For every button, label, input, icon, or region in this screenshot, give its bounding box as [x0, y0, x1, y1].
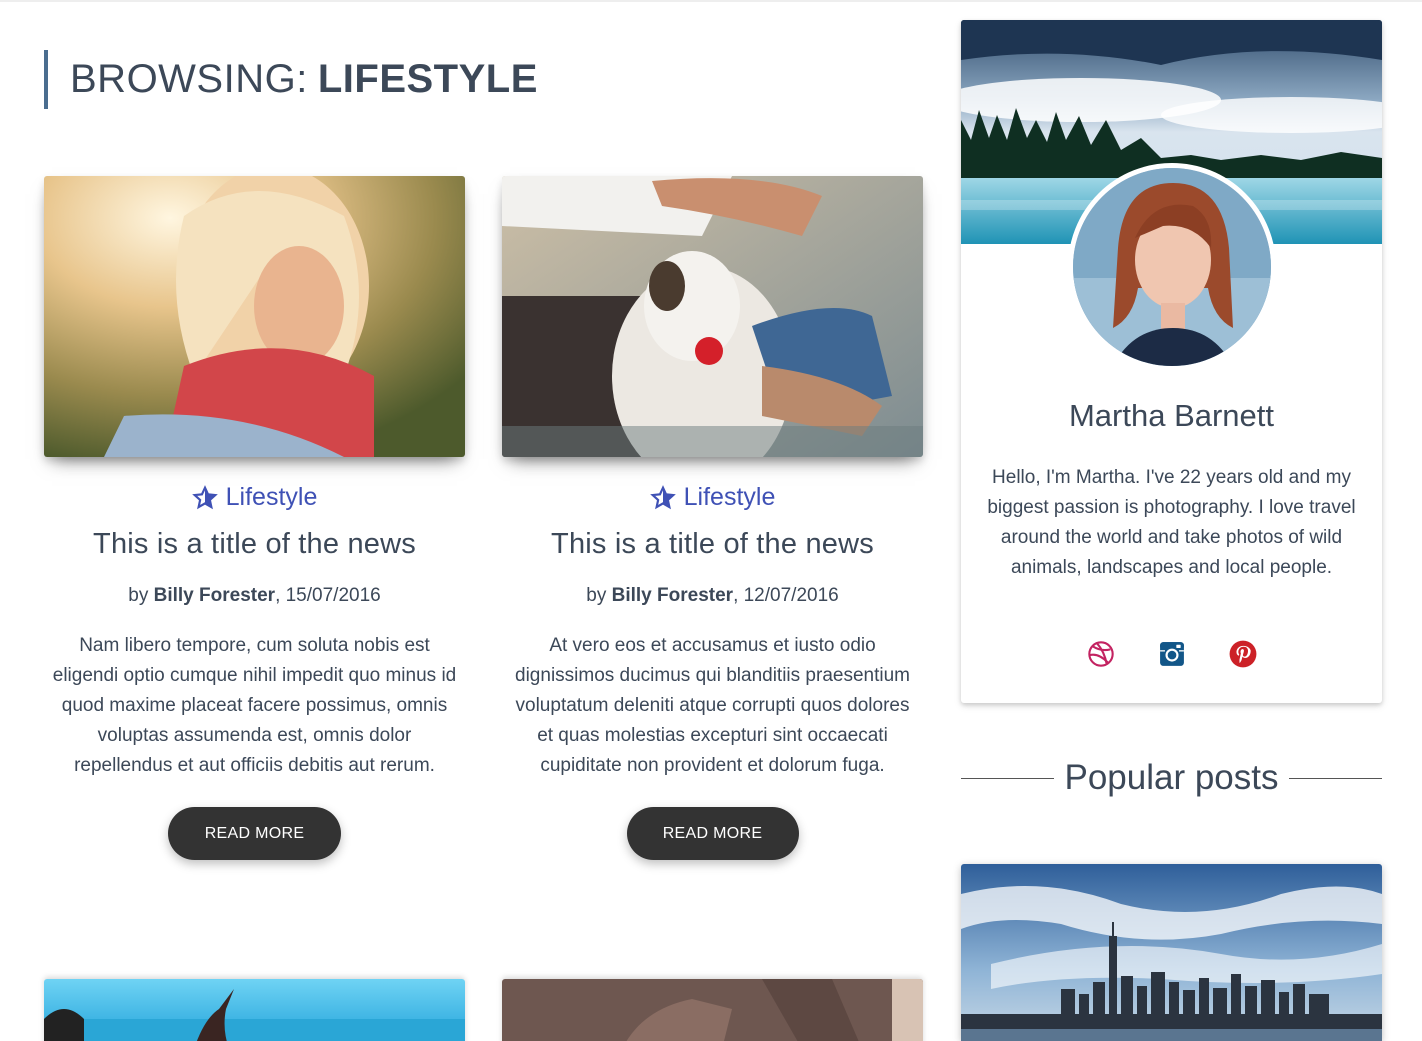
byline-by: by [586, 585, 607, 606]
post-category-label: Lifestyle [683, 483, 776, 511]
popular-posts-heading: Popular posts [961, 758, 1382, 798]
post-title[interactable]: This is a title of the news [502, 528, 923, 561]
post-byline: by Billy Forester, 15/07/2016 [44, 585, 465, 607]
heading-divider-left [961, 777, 1055, 779]
post-image[interactable] [502, 979, 923, 1041]
top-divider [0, 0, 1422, 2]
post-date: , 12/07/2016 [733, 585, 839, 606]
page-title: BROWSING: LIFESTYLE [44, 50, 538, 109]
post-author[interactable]: Billy Forester [612, 585, 733, 606]
post-category[interactable]: Lifestyle [44, 483, 465, 512]
post-excerpt: Nam libero tempore, cum soluta nobis est… [52, 635, 457, 776]
page-title-prefix: BROWSING: [70, 57, 308, 101]
post-category[interactable]: Lifestyle [502, 483, 923, 512]
post-image[interactable] [44, 979, 465, 1041]
profile-name: Martha Barnett [1068, 398, 1275, 433]
post-excerpt: At vero eos et accusamus et iusto odio d… [515, 635, 910, 776]
star-icon [191, 484, 218, 509]
instagram-icon[interactable] [1158, 640, 1186, 668]
popular-posts-title: Popular posts [1064, 758, 1279, 797]
social-links [961, 640, 1382, 668]
profile-bio: Hello, I'm Martha. I've 22 years old and… [987, 467, 1356, 578]
post-image[interactable] [502, 176, 923, 457]
post-byline: by Billy Forester, 12/07/2016 [502, 585, 923, 607]
heading-divider-right [1288, 777, 1382, 779]
post-card: Lifestyle This is a title of the news by… [502, 176, 923, 860]
avatar [1068, 163, 1276, 371]
post-author[interactable]: Billy Forester [154, 585, 275, 606]
page-title-category: LIFESTYLE [317, 57, 538, 101]
read-more-button[interactable]: READ MORE [626, 807, 799, 860]
post-date: , 15/07/2016 [275, 585, 381, 606]
popular-post-image[interactable] [961, 864, 1382, 1041]
post-image[interactable] [44, 176, 465, 457]
star-icon [649, 484, 676, 509]
byline-by: by [128, 585, 149, 606]
author-profile-card: Martha Barnett Hello, I'm Martha. I've 2… [961, 20, 1382, 703]
dribbble-icon[interactable] [1087, 640, 1115, 668]
pinterest-icon[interactable] [1229, 640, 1257, 668]
post-category-label: Lifestyle [225, 483, 318, 511]
post-title[interactable]: This is a title of the news [44, 528, 465, 561]
read-more-button[interactable]: READ MORE [168, 807, 341, 860]
post-card: Lifestyle This is a title of the news by… [44, 176, 465, 860]
